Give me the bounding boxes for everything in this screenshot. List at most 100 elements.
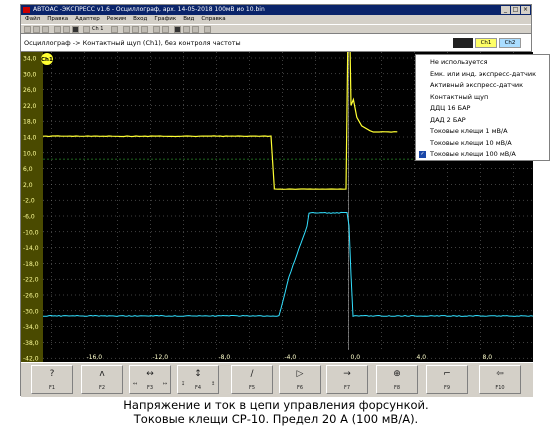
exit-icon: ⇦ <box>480 369 520 380</box>
x-tick-label: 4,0 <box>417 354 427 361</box>
function-key-label: F7 <box>327 385 367 391</box>
function-key-f4[interactable]: ↕ ↧ ↥ F4 <box>177 365 219 394</box>
sensor-menu-item[interactable]: Не используется <box>430 58 488 66</box>
y-tick-label: -34,0 <box>23 324 39 331</box>
y-tick-label: 34,0 <box>23 56 37 63</box>
sensor-menu-item[interactable]: Токовые клещи 1 мВ/А <box>430 127 508 135</box>
info-bar: Осциллограф -> Контактный щуп (Ch1), без… <box>21 34 531 52</box>
signal-icon[interactable] <box>83 26 90 33</box>
x-tick-label: -8,0 <box>219 354 231 361</box>
x-tick-label: -4,0 <box>285 354 297 361</box>
minimize-button[interactable]: _ <box>501 6 510 14</box>
sensor-menu-item[interactable]: ДДЦ 16 БАР <box>430 104 470 112</box>
zoom-icon[interactable] <box>141 26 148 33</box>
menu-graph[interactable]: График <box>154 15 176 24</box>
function-key-f5[interactable]: ∕ F5 <box>231 365 273 394</box>
function-key-label: F10 <box>480 385 520 391</box>
cut-icon[interactable] <box>54 26 61 33</box>
x-tick-label: -16,0 <box>87 354 103 361</box>
function-key-f10[interactable]: ⇦ F10 <box>479 365 521 394</box>
close-button[interactable]: × <box>521 6 530 14</box>
y-tick-label: 2,0 <box>23 182 33 189</box>
sensor-menu-item[interactable]: Токовые клещи 100 мВ/А <box>430 150 516 158</box>
channel2-trace <box>43 212 533 316</box>
app-window: АВТОАС -ЭКСПРЕСС v1.6 - Осциллограф, арх… <box>20 4 532 396</box>
sensor-menu-item[interactable]: Контактный щуп <box>430 93 488 101</box>
menu-mode[interactable]: Режим <box>107 15 126 24</box>
channel1-button[interactable]: Ch1 <box>475 38 497 48</box>
y-tick-label: 22,0 <box>23 103 37 110</box>
measure-icon[interactable] <box>132 26 139 33</box>
channel2-button[interactable]: Ch2 <box>499 38 521 48</box>
y-tick-label: -18,0 <box>23 261 39 268</box>
mode-path: Осциллограф -> Контактный щуп (Ch1), без… <box>24 39 241 47</box>
menu-edit[interactable]: Правка <box>47 15 68 24</box>
y-tick-label: -10,0 <box>23 229 39 236</box>
function-key-label: F6 <box>280 385 320 391</box>
y-tick-label: -14,0 <box>23 245 39 252</box>
function-key-label: F4 <box>178 385 218 391</box>
y-tick-label: 26,0 <box>23 87 37 94</box>
y-tick-label: -22,0 <box>23 277 39 284</box>
function-key-f1[interactable]: ? F1 <box>31 365 73 394</box>
sensor-menu-item[interactable]: Емк. или инд. экспресс-датчик <box>430 70 536 78</box>
channel-badge-label[interactable]: Ch1 <box>41 57 53 63</box>
y-tick-label: 6,0 <box>23 166 33 173</box>
dropdown-arrow-icon[interactable] <box>111 26 118 33</box>
scope-view-icon[interactable] <box>174 26 181 33</box>
y-tick-label: -30,0 <box>23 308 39 315</box>
open-icon[interactable] <box>33 26 40 33</box>
function-key-label: F3 <box>130 385 170 391</box>
sensor-menu-item[interactable]: ДАД 2 БАР <box>430 116 466 124</box>
new-icon[interactable] <box>24 26 31 33</box>
function-key-f8[interactable]: ⊕ F8 <box>376 365 418 394</box>
arrow-right-icon: → <box>327 369 367 380</box>
info-icon[interactable] <box>204 26 211 33</box>
function-key-f6[interactable]: ▷ F6 <box>279 365 321 394</box>
y-tick-label: 10,0 <box>23 150 37 157</box>
print-icon[interactable] <box>183 26 190 33</box>
pause-icon[interactable] <box>72 26 79 33</box>
function-key-f7[interactable]: → F7 <box>326 365 368 394</box>
menu-inputs[interactable]: Вход <box>133 15 147 24</box>
sync-indicator-icon <box>453 38 473 48</box>
sensor-menu-item[interactable]: Токовые клещи 10 мВ/А <box>430 139 512 147</box>
play-icon: ▷ <box>280 369 320 380</box>
menu-file[interactable]: Файл <box>25 15 40 24</box>
function-key-f3[interactable]: ↔ ↤ ↦ F3 <box>129 365 171 394</box>
copy-icon[interactable] <box>63 26 70 33</box>
y-tick-label: 18,0 <box>23 119 37 126</box>
maximize-button[interactable]: □ <box>511 6 520 14</box>
menu-adapter[interactable]: Адаптер <box>75 15 100 24</box>
cursor-icon[interactable] <box>162 26 169 33</box>
pulse-icon: ʌ <box>82 369 122 380</box>
menu-help[interactable]: Справка <box>201 15 225 24</box>
y-tick-label: -2,0 <box>23 198 35 205</box>
menu-view[interactable]: Вид <box>183 15 194 24</box>
function-key-f9[interactable]: ⌐ F9 <box>426 365 468 394</box>
function-key-label: F5 <box>232 385 272 391</box>
function-key-label: F1 <box>32 385 72 391</box>
function-key-label: F9 <box>427 385 467 391</box>
help-icon: ? <box>32 369 72 380</box>
settings-icon[interactable] <box>123 26 130 33</box>
y-tick-label: -38,0 <box>23 340 39 347</box>
function-key-f2[interactable]: ʌ F2 <box>81 365 123 394</box>
sweep-icon: ∕ <box>232 369 272 380</box>
save-icon[interactable] <box>42 26 49 33</box>
menu-bar: Файл Правка Адаптер Режим Вход График Ви… <box>21 15 531 24</box>
zoom-horizontal-icon: ↔ <box>130 369 170 380</box>
crosshair-icon: ⊕ <box>377 369 417 380</box>
sensor-menu-item[interactable]: Активный экспресс-датчик <box>430 81 523 89</box>
title-bar: АВТОАС -ЭКСПРЕСС v1.6 - Осциллограф, арх… <box>21 5 531 15</box>
toolbar: Ch 1 <box>21 24 531 34</box>
y-tick-label: -26,0 <box>23 293 39 300</box>
trigger-icon: ⌐ <box>427 369 467 380</box>
function-key-bar: ? F1 ʌ F2 ↔ ↤ ↦ F3 ↕ ↧ ↥ F4 ∕ F5 ▷ F6 → F7 ⊕ F8 ⌐ F9 ⇦ F10 <box>21 362 533 397</box>
channel-selector[interactable]: Ch 1 <box>92 26 103 33</box>
caption-line-2: Токовые клещи СР-10. Предел 20 А (100 мВ… <box>0 412 552 426</box>
function-key-label: F8 <box>377 385 417 391</box>
grid-icon[interactable] <box>153 26 160 33</box>
y-tick-label: 30,0 <box>23 71 37 78</box>
export-icon[interactable] <box>192 26 199 33</box>
